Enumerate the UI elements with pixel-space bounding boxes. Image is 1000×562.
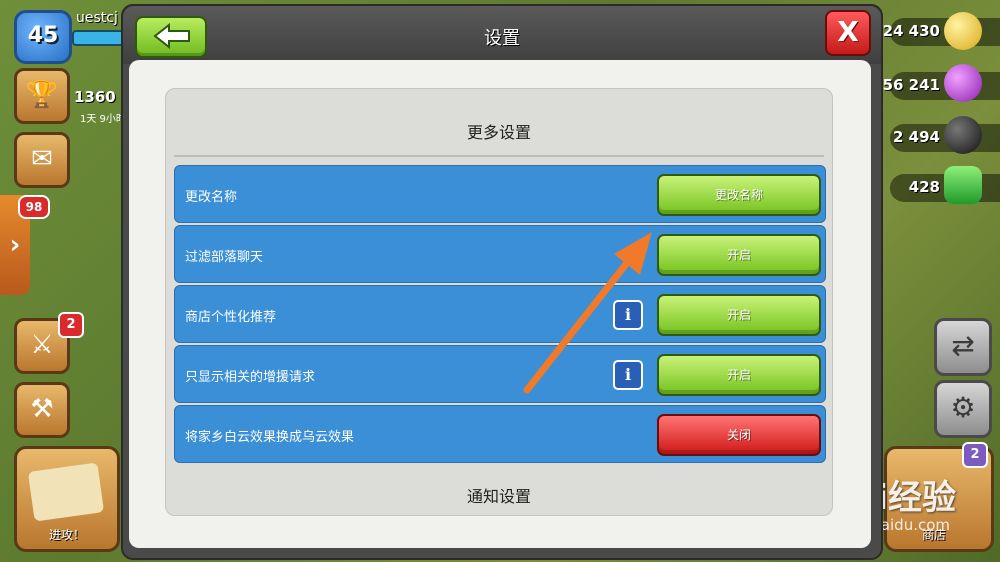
mail-button[interactable]: ✉ — [14, 132, 70, 188]
settings-row: 更改名称 更改名称 — [174, 165, 826, 223]
map-icon — [27, 462, 105, 522]
info-icon[interactable]: i — [613, 300, 643, 330]
shop-recommendation-toggle[interactable]: 开启 — [657, 294, 821, 336]
row-label: 过滤部落聊天 — [185, 250, 264, 265]
settings-button[interactable]: ⚙ — [934, 380, 992, 438]
attack-label: 进攻！ — [48, 528, 85, 542]
section-title-notification-settings: 通知设置 — [466, 487, 531, 506]
close-icon: X — [837, 15, 859, 48]
settings-dialog: 设置 X 更多设置 更改名称 更改名称 过滤部落聊天 开启 商店个性化推荐 i … — [121, 4, 883, 560]
relevant-requests-toggle[interactable]: 开启 — [657, 354, 821, 396]
change-name-button[interactable]: 更改名称 — [657, 174, 821, 216]
chevron-right-icon: › — [9, 230, 21, 260]
dark-elixir-count: 2 494 — [893, 128, 940, 146]
section-divider — [174, 155, 824, 157]
trophy-icon: 🏆 — [25, 80, 59, 110]
close-button[interactable]: X — [825, 10, 871, 56]
level-badge[interactable]: 45 — [14, 10, 72, 64]
row-label: 将家乡白云效果换成乌云效果 — [185, 430, 355, 445]
layout-button[interactable]: ⇄ — [934, 318, 992, 376]
settings-row: 将家乡白云效果换成乌云效果 关闭 — [174, 405, 826, 463]
player-name: uestcj — [76, 10, 118, 26]
info-icon[interactable]: i — [613, 360, 643, 390]
gem-icon — [944, 166, 982, 204]
dark-elixir-icon — [944, 116, 982, 154]
attack-button[interactable]: 进攻！ — [14, 446, 120, 552]
builder-button[interactable]: ⚒ — [14, 382, 70, 438]
xp-bar — [72, 30, 126, 46]
section-title-more-settings: 更多设置 — [466, 123, 531, 142]
trophy-count: 1360 — [74, 88, 116, 106]
row-label: 更改名称 — [185, 190, 238, 205]
mail-icon: ✉ — [31, 144, 53, 174]
gems-count: 428 — [908, 178, 940, 196]
swords-icon: ⚔ — [30, 330, 54, 360]
settings-row: 过滤部落聊天 开启 — [174, 225, 826, 283]
shop-badge: 2 — [962, 442, 988, 468]
edit-layout-icon: ⇄ — [951, 329, 975, 362]
clan-chat-badge: 98 — [18, 195, 50, 219]
war-badge: 2 — [58, 312, 84, 338]
dialog-header: 设置 X — [123, 6, 881, 64]
dark-clouds-toggle[interactable]: 关闭 — [657, 414, 821, 456]
trophy-button[interactable]: 🏆 — [14, 68, 70, 124]
settings-panel[interactable]: 更多设置 更改名称 更改名称 过滤部落聊天 开启 商店个性化推荐 i 开启 只显… — [165, 88, 833, 516]
settings-row: 只显示相关的增援请求 i 开启 — [174, 345, 826, 403]
row-label: 只显示相关的增援请求 — [185, 370, 316, 385]
gear-icon: ⚙ — [950, 391, 976, 424]
dialog-body: 更多设置 更改名称 更改名称 过滤部落聊天 开启 商店个性化推荐 i 开启 只显… — [129, 60, 871, 548]
elixir-icon — [944, 64, 982, 102]
trophy-timer: 1天 9小时 — [80, 114, 126, 125]
filter-clan-chat-toggle[interactable]: 开启 — [657, 234, 821, 276]
hammer-icon: ⚒ — [30, 394, 54, 424]
row-label: 商店个性化推荐 — [185, 310, 277, 325]
gold-count: 24 430 — [882, 22, 940, 40]
settings-row: 商店个性化推荐 i 开启 — [174, 285, 826, 343]
dialog-title: 设置 — [484, 28, 520, 49]
gold-icon — [944, 12, 982, 50]
